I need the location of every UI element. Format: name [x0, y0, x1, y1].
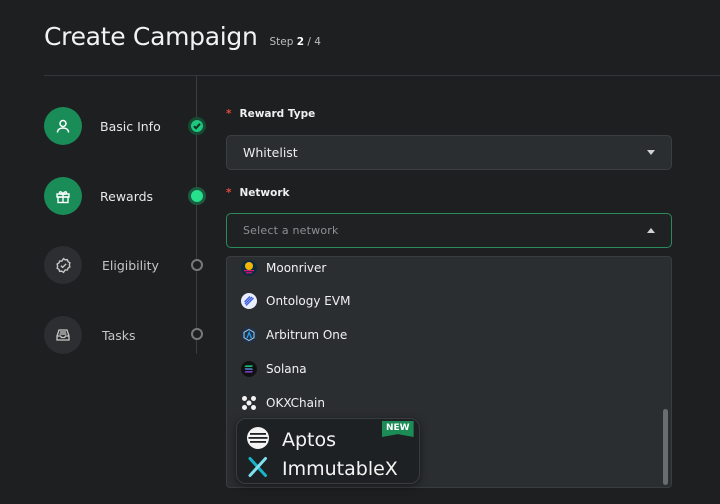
user-icon — [44, 107, 82, 145]
moonriver-icon — [241, 260, 257, 276]
chevron-up-icon — [647, 228, 655, 233]
chevron-down-icon — [647, 150, 655, 155]
solana-icon — [241, 361, 257, 377]
stepper-item-tasks[interactable]: Tasks — [44, 315, 136, 355]
immutablex-icon — [246, 455, 270, 483]
header-divider — [44, 75, 720, 76]
inbox-icon — [44, 316, 82, 354]
network-select[interactable]: Select a network — [226, 213, 672, 248]
network-option-arbitrum-one[interactable]: Arbitrum One — [241, 324, 347, 346]
network-placeholder: Select a network — [243, 224, 339, 237]
network-option-moonriver[interactable]: Moonriver — [241, 257, 326, 279]
new-networks-card: Aptos ImmutableX NEW — [236, 418, 420, 484]
network-option-ontology-evm[interactable]: Ontology EVM — [241, 290, 350, 312]
stepper-item-rewards[interactable]: Rewards — [44, 176, 153, 216]
stepper-item-basic-info[interactable]: Basic Info — [44, 106, 161, 146]
option-label: Ontology EVM — [266, 294, 351, 308]
check-icon — [188, 117, 206, 135]
network-label: * Network — [226, 187, 290, 199]
dropdown-scrollbar[interactable] — [663, 409, 668, 485]
option-label: Aptos — [282, 429, 337, 451]
network-option-immutablex[interactable]: ImmutableX — [246, 455, 398, 483]
step-indicator: Step 2 / 4 — [269, 36, 321, 48]
aptos-icon — [246, 426, 270, 454]
option-label: OKXChain — [266, 396, 325, 410]
network-option-solana[interactable]: Solana — [241, 358, 307, 380]
current-step-dot — [188, 187, 206, 205]
option-label: Moonriver — [266, 261, 327, 275]
option-label: Arbitrum One — [266, 328, 348, 342]
badge-check-icon — [44, 246, 82, 284]
page-title: Create Campaign — [44, 22, 258, 51]
reward-type-label: * Reward Type — [226, 108, 316, 120]
step-current: 2 — [296, 36, 305, 48]
option-label: Solana — [266, 362, 307, 376]
network-option-okxchain[interactable]: OKXChain — [241, 392, 325, 414]
reward-type-select[interactable]: Whitelist — [226, 135, 672, 170]
okx-icon — [241, 395, 257, 411]
reward-type-value: Whitelist — [243, 145, 298, 160]
stepper-label: Basic Info — [100, 118, 161, 134]
stepper-label: Eligibility — [102, 257, 159, 273]
step-dot — [191, 328, 203, 340]
gift-icon — [44, 177, 82, 215]
ontology-icon — [241, 293, 257, 309]
page-header: Create Campaign Step 2 / 4 — [44, 22, 321, 51]
step-dot — [191, 259, 203, 271]
stepper-item-eligibility[interactable]: Eligibility — [44, 245, 159, 285]
network-option-aptos[interactable]: Aptos — [246, 426, 336, 454]
stepper-label: Tasks — [102, 327, 136, 343]
stepper-label: Rewards — [100, 188, 154, 204]
option-label: ImmutableX — [282, 458, 398, 480]
new-badge: NEW — [382, 421, 414, 437]
arbitrum-icon — [241, 327, 257, 343]
